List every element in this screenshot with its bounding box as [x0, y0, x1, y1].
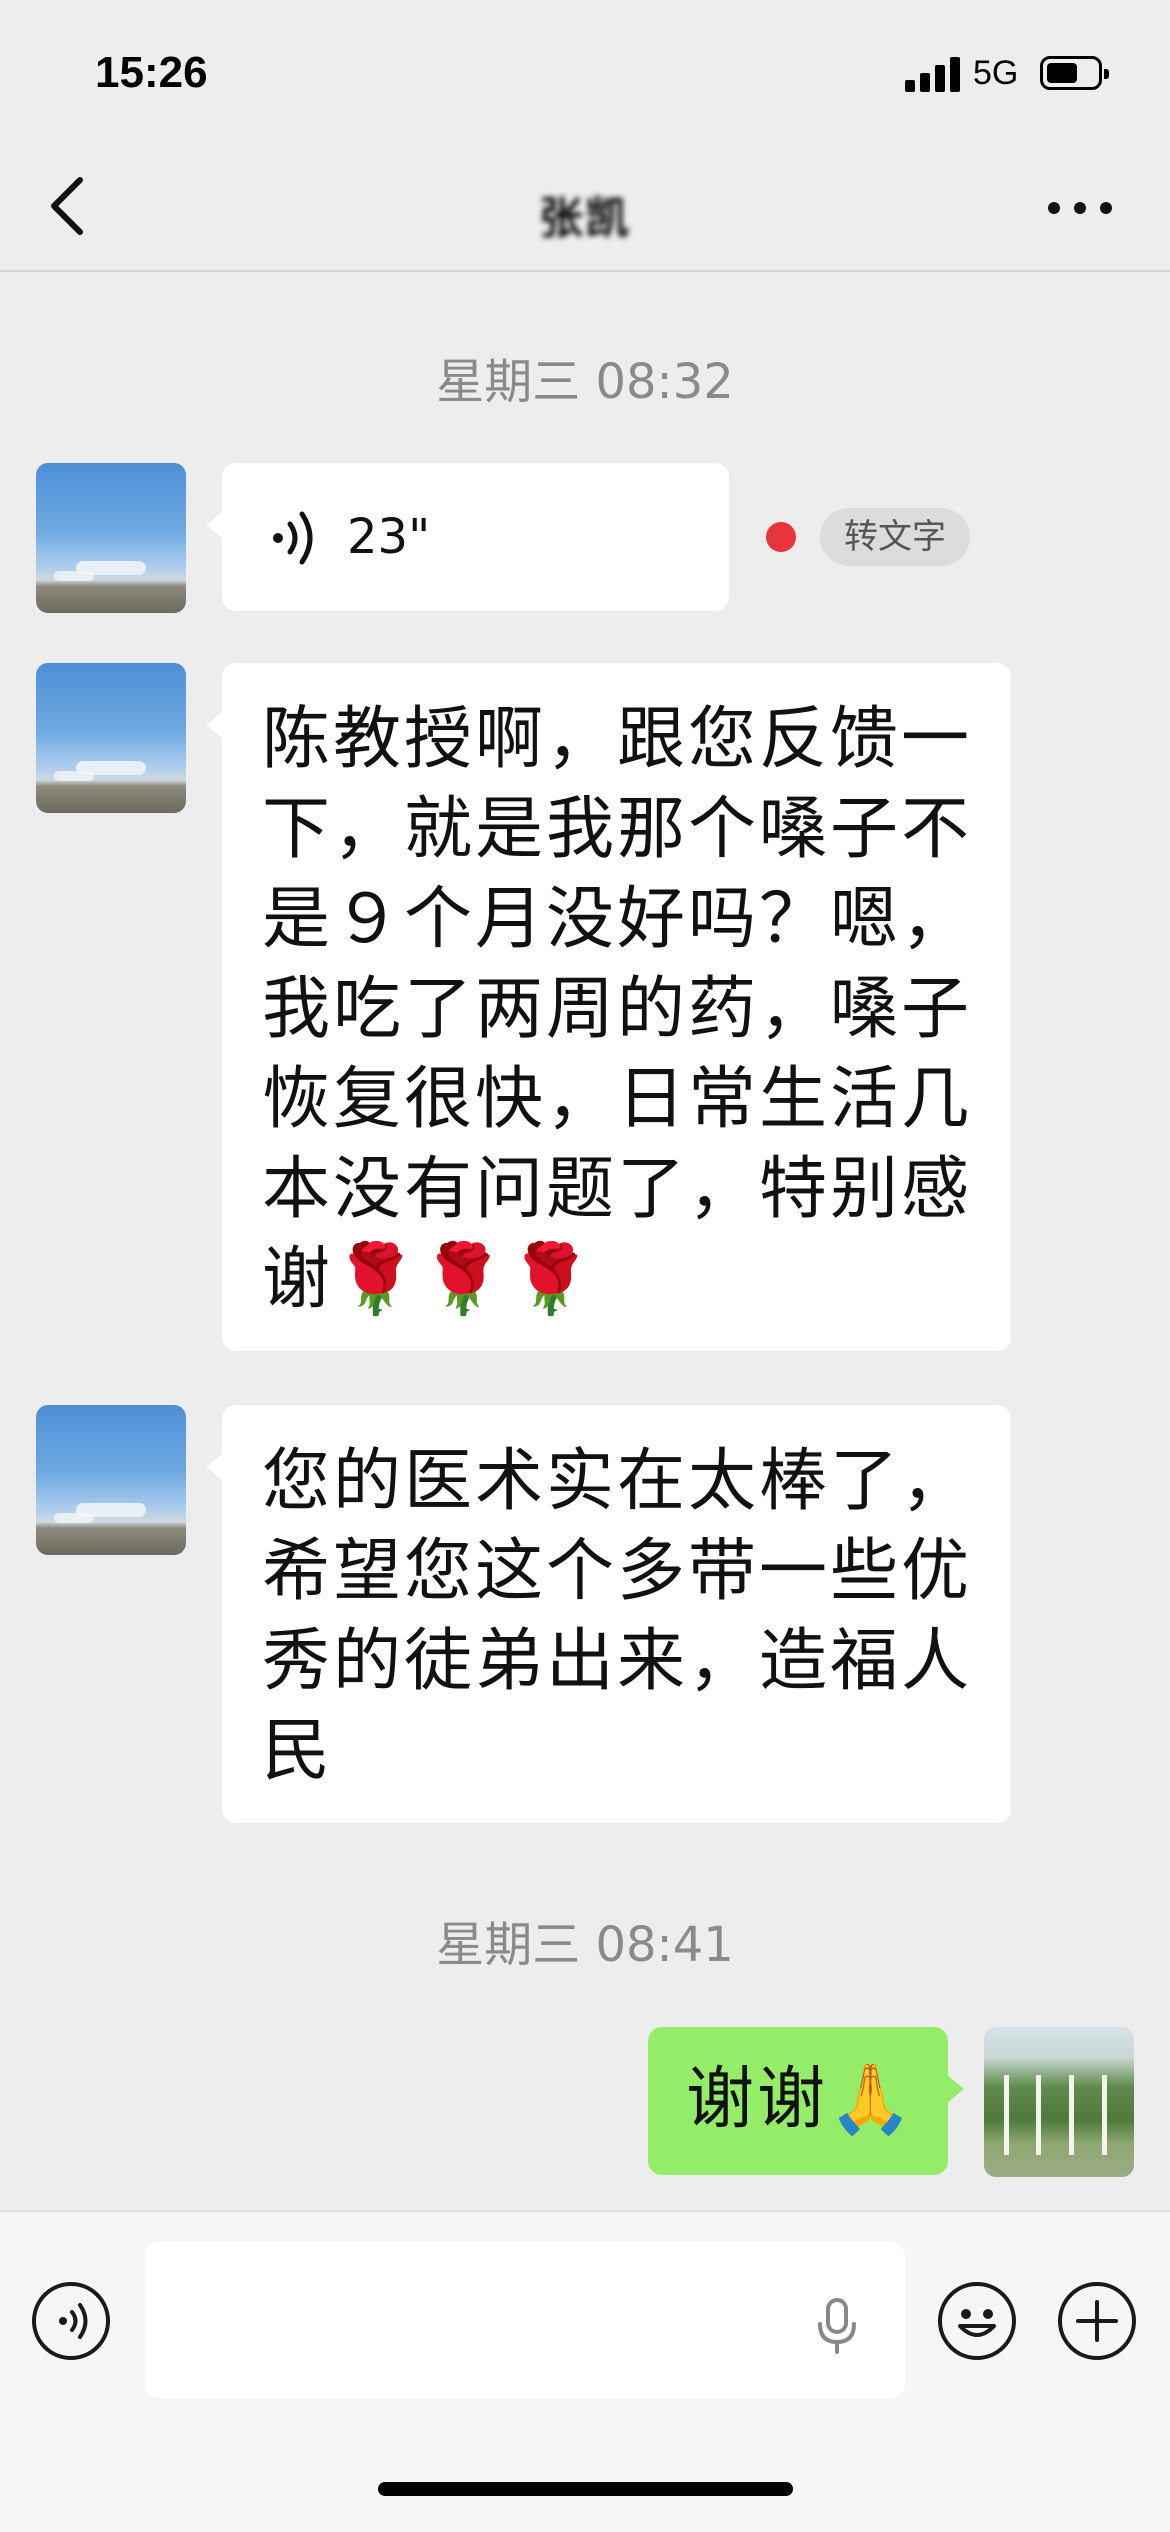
message-text: 谢谢🙏: [686, 2060, 916, 2139]
message-bubble[interactable]: 陈教授啊，跟您反馈一 下，就是我那个嗓子不 是９个月没好吗？嗯， 我吃了两周的药…: [206, 663, 1011, 1351]
contact-avatar[interactable]: [36, 1405, 186, 1555]
status-time: 15:26: [95, 48, 208, 97]
battery-icon: [1040, 56, 1109, 90]
back-button[interactable]: [40, 170, 100, 242]
voice-duration: 23": [347, 509, 431, 565]
emoji-icon: [958, 2309, 996, 2337]
network-label: 5G: [973, 54, 1019, 92]
voice-mode-icon: [59, 2303, 88, 2339]
time-divider: 星期三 08:41: [436, 1917, 734, 1973]
mic-icon[interactable]: [815, 2298, 859, 2354]
message-text: 您的医术实在太棒了， 希望您这个多带一些优 秀的徒弟出来，造福人 民: [262, 1442, 973, 1791]
back-icon: [51, 177, 83, 235]
plus-icon: [1076, 2300, 1118, 2342]
contact-avatar[interactable]: [36, 663, 186, 813]
my-avatar[interactable]: [984, 2027, 1134, 2177]
my-message-bubble[interactable]: 谢谢🙏: [648, 2027, 964, 2175]
emoji-button[interactable]: [938, 2282, 1016, 2360]
signal-icon: [905, 56, 961, 92]
more-button[interactable]: [1040, 180, 1120, 230]
voice-message-bubble[interactable]: 23": [206, 463, 729, 611]
voice-wave-icon: [273, 511, 313, 565]
message-text: 陈教授啊，跟您反馈一 下，就是我那个嗓子不 是９个月没好吗？嗯， 我吃了两周的药…: [262, 700, 973, 1319]
home-indicator[interactable]: [378, 2482, 793, 2496]
chat-header: 张凯: [0, 140, 1170, 272]
message-bubble[interactable]: 您的医术实在太棒了， 希望您这个多带一些优 秀的徒弟出来，造福人 民: [206, 1405, 1011, 1823]
plus-button[interactable]: [1058, 2282, 1136, 2360]
time-divider: 星期三 08:32: [436, 354, 734, 410]
status-bar: 15:26 5G: [0, 0, 1170, 140]
transcribe-button[interactable]: 转文字: [820, 508, 970, 566]
contact-avatar[interactable]: [36, 463, 186, 613]
message-input[interactable]: [145, 2242, 905, 2398]
chat-title: 张凯: [539, 193, 631, 244]
unread-dot: [766, 522, 796, 552]
voice-mode-button[interactable]: [32, 2282, 110, 2360]
